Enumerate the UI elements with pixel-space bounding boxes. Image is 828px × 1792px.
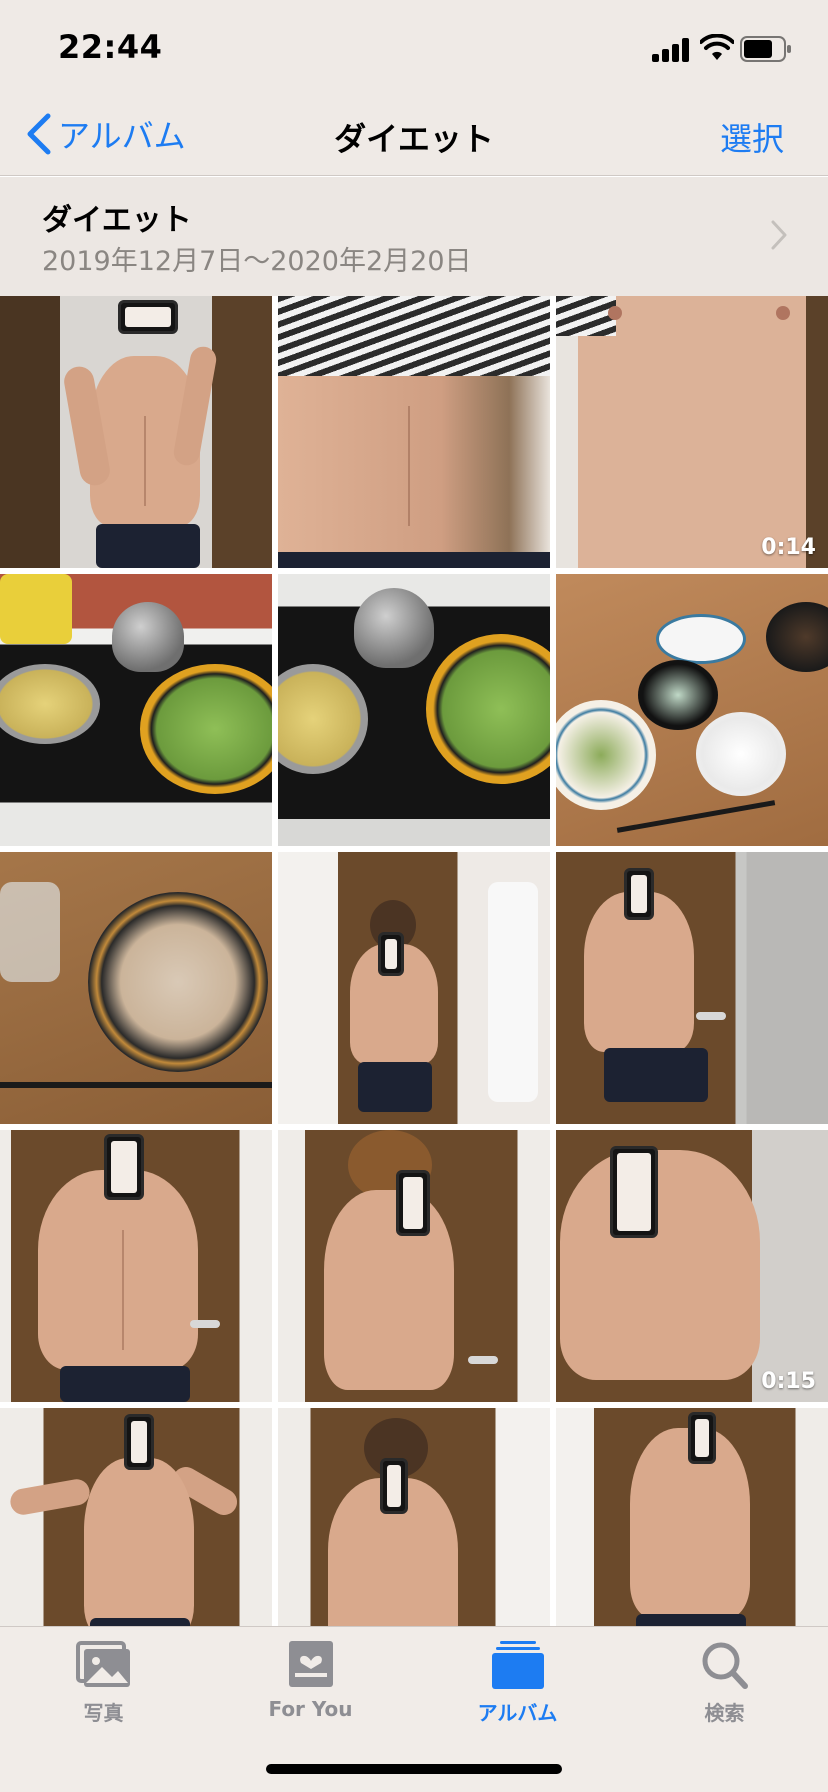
album-title: ダイエット: [42, 203, 192, 238]
status-time: 22:44: [58, 28, 163, 66]
search-icon: [702, 1642, 748, 1689]
select-button[interactable]: 選択: [720, 114, 784, 160]
tab-for-you[interactable]: For You: [207, 1639, 414, 1739]
tab-label: アルバム: [477, 1701, 558, 1725]
photo-thumbnail[interactable]: [0, 574, 272, 846]
photo-thumbnail[interactable]: [0, 296, 272, 568]
for-you-icon: [288, 1641, 333, 1687]
photo-thumbnail[interactable]: [0, 852, 272, 1124]
photo-thumbnail[interactable]: [278, 1130, 550, 1402]
photo-thumbnail[interactable]: [0, 1130, 272, 1402]
tab-albums[interactable]: アルバム: [414, 1639, 621, 1739]
tab-label: For You: [268, 1697, 353, 1721]
wifi-icon: [700, 34, 734, 60]
tab-label: 写真: [83, 1701, 124, 1725]
video-thumbnail[interactable]: 0:14: [556, 296, 828, 568]
photo-thumbnail[interactable]: [278, 574, 550, 846]
video-thumbnail[interactable]: 0:15: [556, 1130, 828, 1402]
navigation-bar: アルバム ダイエット 選択: [0, 96, 828, 176]
home-indicator[interactable]: [266, 1764, 562, 1774]
video-duration: 0:15: [761, 1369, 816, 1394]
photos-icon: [75, 1641, 130, 1687]
photo-thumbnail[interactable]: [278, 296, 550, 568]
signal-icon: [652, 38, 690, 62]
photo-thumbnail[interactable]: [556, 574, 828, 846]
photo-grid: 0:14 0:15: [0, 296, 828, 1626]
albums-icon: [491, 1641, 544, 1689]
tab-label: 検索: [704, 1701, 745, 1725]
tab-search[interactable]: 検索: [621, 1639, 828, 1739]
photo-thumbnail[interactable]: [278, 1408, 550, 1626]
page-title: ダイエット: [334, 120, 494, 158]
video-duration: 0:14: [761, 535, 816, 560]
status-bar: 22:44: [0, 0, 828, 96]
photo-thumbnail[interactable]: [556, 852, 828, 1124]
photo-thumbnail[interactable]: [278, 852, 550, 1124]
tab-photos[interactable]: 写真: [0, 1639, 207, 1739]
photo-thumbnail[interactable]: [556, 1408, 828, 1626]
photo-thumbnail[interactable]: [0, 1408, 272, 1626]
album-header[interactable]: ダイエット 2019年12月7日〜2020年2月20日: [0, 177, 828, 296]
chevron-right-icon: [771, 220, 787, 250]
album-date-range: 2019年12月7日〜2020年2月20日: [42, 246, 472, 277]
battery-icon: [740, 36, 791, 62]
